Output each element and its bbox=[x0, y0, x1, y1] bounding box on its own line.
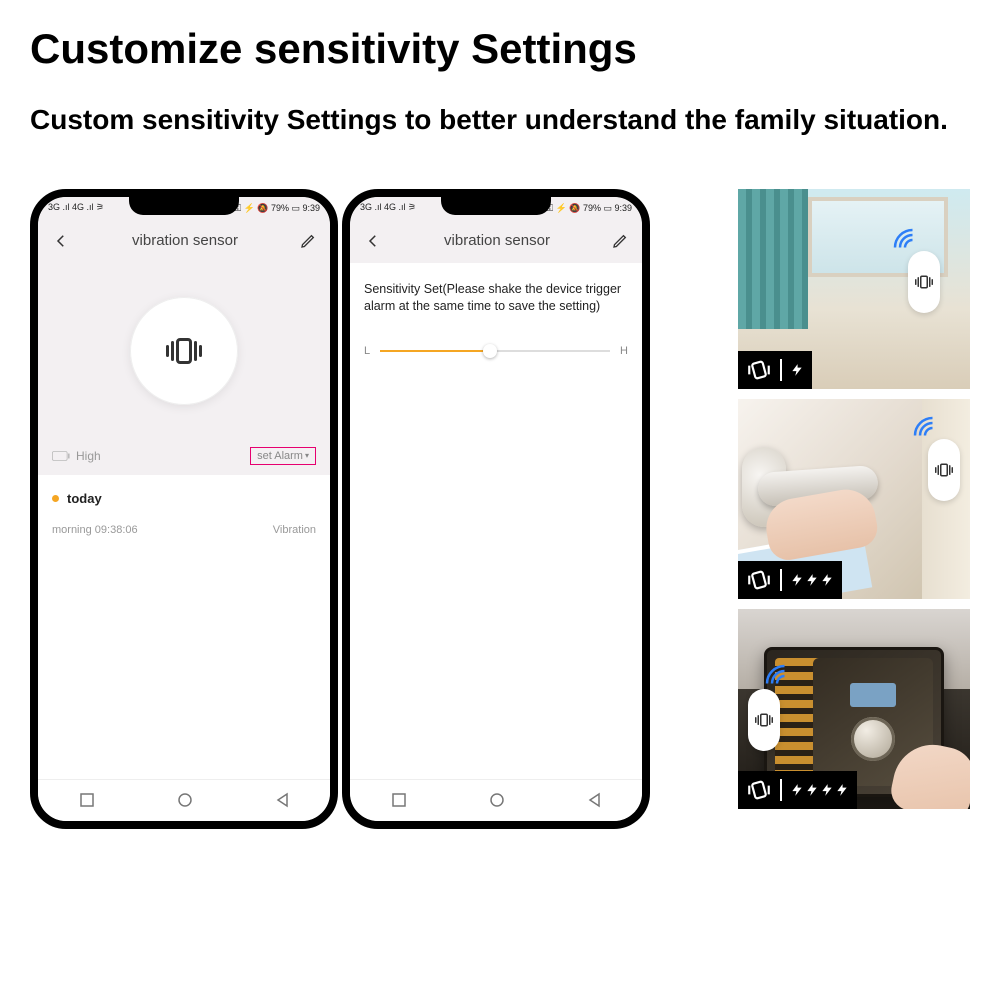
set-alarm-button[interactable]: set Alarm bbox=[250, 447, 316, 465]
status-left: 3G .ıl 4G .ıl ⚞ bbox=[360, 202, 416, 213]
sensor-status-button[interactable] bbox=[130, 297, 238, 405]
phone-mockup-sensitivity: 3G .ıl 4G .ıl ⚞ ⓃⓃ ⚿ ⚡ 🔕 79% ▭ 9:39 vibr… bbox=[342, 189, 650, 829]
bolt-group bbox=[790, 779, 849, 801]
screen2-body: Sensitivity Set(Please shake the device … bbox=[350, 263, 642, 779]
battery-status: High bbox=[52, 449, 101, 463]
sensitivity-slider[interactable] bbox=[380, 344, 610, 358]
app-title: vibration sensor bbox=[132, 232, 238, 249]
screen1-body: High set Alarm today morning 09:38:06 Vi… bbox=[38, 263, 330, 779]
bolt-group bbox=[790, 569, 834, 591]
use-case-safe bbox=[738, 609, 970, 809]
vibration-badge-icon bbox=[746, 357, 772, 383]
vibration-badge-icon bbox=[746, 777, 772, 803]
android-nav-bar bbox=[350, 779, 642, 821]
intensity-badge bbox=[738, 351, 812, 389]
curtain-graphic bbox=[738, 189, 808, 329]
intensity-badge bbox=[738, 561, 842, 599]
bullet-icon bbox=[52, 495, 59, 502]
event-time: morning 09:38:06 bbox=[52, 524, 138, 536]
slider-low-label: L bbox=[364, 345, 370, 357]
status-left: 3G .ıl 4G .ıl ⚞ bbox=[48, 202, 104, 213]
vibration-icon bbox=[166, 338, 202, 364]
sensor-device-graphic bbox=[928, 439, 960, 501]
phone-mockup-main: 3G .ıl 4G .ıl ⚞ ⓃⓃ ⚿ ⚡ 🔕 79% ▭ 9:39 vibr… bbox=[30, 189, 338, 829]
intensity-badge bbox=[738, 771, 857, 809]
slider-high-label: H bbox=[620, 345, 628, 357]
sensor-device-graphic bbox=[748, 689, 780, 751]
today-label: today bbox=[67, 491, 102, 506]
use-case-window bbox=[738, 189, 970, 389]
phone-notch bbox=[129, 197, 239, 215]
wifi-signal-icon bbox=[890, 225, 920, 255]
nav-back-icon[interactable] bbox=[587, 792, 601, 808]
page-subheading: Custom sensitivity Settings to better un… bbox=[30, 101, 970, 139]
nav-back-icon[interactable] bbox=[275, 792, 289, 808]
battery-icon bbox=[52, 451, 70, 461]
vibration-badge-icon bbox=[746, 567, 772, 593]
wifi-signal-icon bbox=[910, 413, 940, 443]
nav-home-icon[interactable] bbox=[177, 792, 193, 808]
edit-icon[interactable] bbox=[612, 233, 628, 249]
use-case-thumbnails bbox=[738, 189, 970, 809]
edit-icon[interactable] bbox=[300, 233, 316, 249]
page-heading: Customize sensitivity Settings bbox=[30, 25, 970, 73]
bolt-group bbox=[790, 359, 804, 381]
battery-label: High bbox=[76, 449, 101, 463]
sensor-device-graphic bbox=[908, 251, 940, 313]
wifi-signal-icon bbox=[762, 661, 792, 691]
back-icon[interactable] bbox=[52, 232, 70, 250]
event-type: Vibration bbox=[273, 524, 316, 536]
android-nav-bar bbox=[38, 779, 330, 821]
nav-recent-icon[interactable] bbox=[79, 792, 95, 808]
app-header: vibration sensor bbox=[38, 219, 330, 263]
app-header: vibration sensor bbox=[350, 219, 642, 263]
app-title: vibration sensor bbox=[444, 232, 550, 249]
phone-notch bbox=[441, 197, 551, 215]
event-row[interactable]: morning 09:38:06 Vibration bbox=[52, 524, 316, 536]
content-row: 3G .ıl 4G .ıl ⚞ ⓃⓃ ⚿ ⚡ 🔕 79% ▭ 9:39 vibr… bbox=[30, 189, 970, 829]
event-log: today morning 09:38:06 Vibration bbox=[38, 475, 330, 779]
nav-home-icon[interactable] bbox=[489, 792, 505, 808]
today-heading: today bbox=[52, 491, 316, 506]
use-case-door bbox=[738, 399, 970, 599]
back-icon[interactable] bbox=[364, 232, 382, 250]
nav-recent-icon[interactable] bbox=[391, 792, 407, 808]
sensitivity-instructions: Sensitivity Set(Please shake the device … bbox=[364, 281, 628, 316]
